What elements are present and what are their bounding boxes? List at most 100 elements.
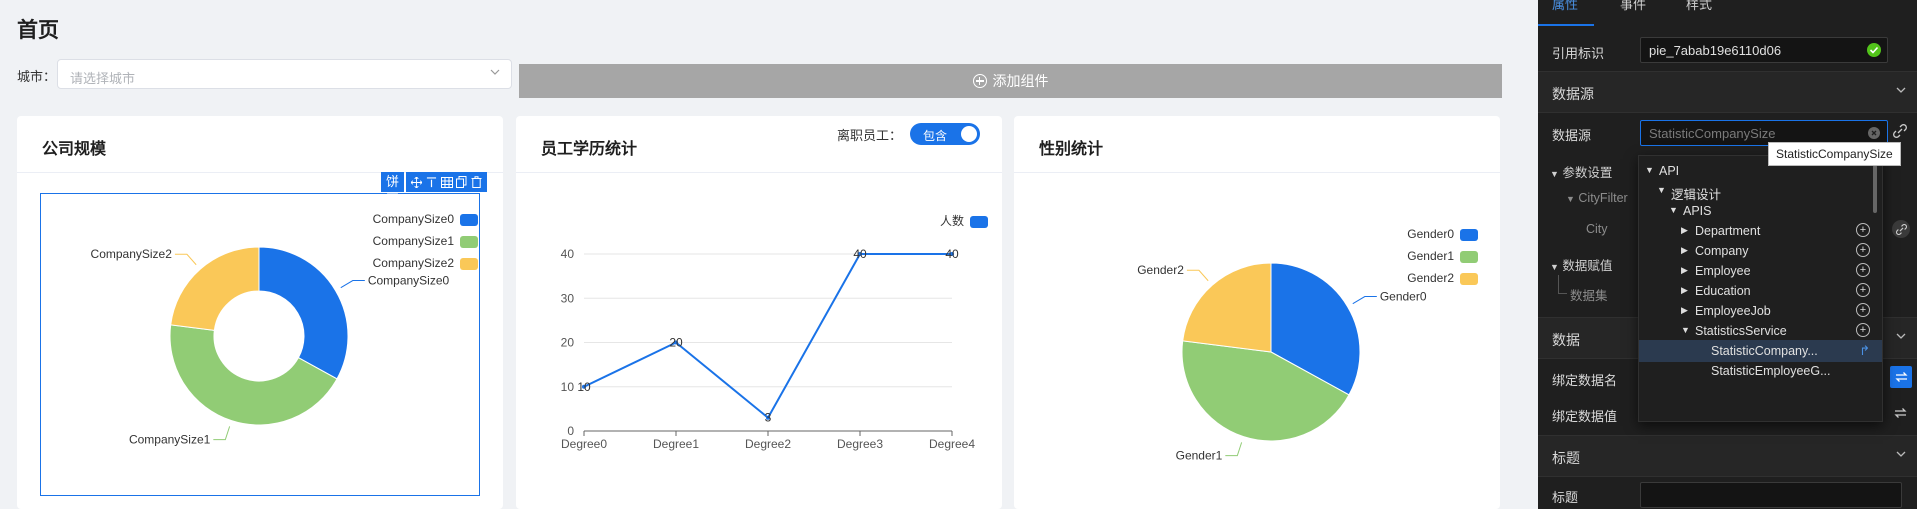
- company-size-card[interactable]: 公司规模 饼图 CompanySize0 CompanySize1 CompanyS…: [17, 116, 503, 509]
- add-circle-icon[interactable]: +: [1856, 243, 1870, 257]
- y-tick-label: 10: [561, 380, 575, 394]
- move-icon[interactable]: [410, 176, 423, 189]
- ref-id-value: pie_7abab19e6110d06: [1649, 43, 1782, 58]
- tab-styles[interactable]: 样式: [1686, 0, 1712, 13]
- clear-icon[interactable]: [1868, 127, 1880, 142]
- tab-events[interactable]: 事件: [1620, 0, 1646, 13]
- add-circle-icon: [972, 74, 987, 88]
- title-section-header[interactable]: 标题: [1538, 435, 1917, 477]
- x-tick-label: Degree0: [561, 437, 607, 451]
- tree-item-department[interactable]: ▶ Department +: [1639, 220, 1882, 242]
- datasource-tooltip: StatisticCompanySize: [1768, 142, 1901, 166]
- link-icon[interactable]: [1892, 220, 1910, 238]
- datasource-dropdown[interactable]: ▼ API ▼ 逻辑设计 ▼ APIS ▶ Department + ▶ Company + ▶ Empl…: [1638, 155, 1883, 422]
- toggle-text: 包含: [923, 129, 948, 143]
- y-tick-label: 30: [561, 291, 575, 305]
- tree-item-company[interactable]: ▶ Company +: [1639, 240, 1882, 262]
- resigned-toggle-label: 离职员工：: [836, 127, 902, 143]
- data-assign-node[interactable]: ▼ 数据赋值: [1550, 255, 1612, 274]
- caret-down-icon: ▼: [1645, 165, 1654, 175]
- series-line: [583, 253, 952, 420]
- ref-id-input[interactable]: pie_7abab19e6110d06: [1640, 37, 1888, 63]
- add-component-label: 添加组件: [992, 73, 1049, 89]
- add-circle-icon[interactable]: +: [1856, 223, 1870, 237]
- param-settings-node[interactable]: ▼ 参数设置: [1550, 162, 1612, 181]
- tree-item-education[interactable]: ▶ Education +: [1639, 280, 1882, 302]
- chevron-down-icon: [489, 66, 501, 81]
- property-panel: 属性 事件 样式 引用标识 pie_7abab19e6110d06 数据源 数据…: [1538, 0, 1917, 509]
- caret-down-icon: ▼: [1657, 185, 1666, 195]
- card-header: 性别统计: [1014, 116, 1500, 173]
- tab-properties[interactable]: 属性: [1552, 0, 1578, 13]
- tree-item-逻辑设计[interactable]: ▼ 逻辑设计: [1639, 180, 1882, 202]
- tree-item-label: Department: [1695, 224, 1761, 238]
- y-tick-label: 20: [561, 336, 575, 350]
- dropdown-scrollbar[interactable]: [1873, 165, 1877, 213]
- tree-item-statisticcompany-[interactable]: StatisticCompany... ↱: [1639, 340, 1882, 362]
- city-select[interactable]: 请选择城市: [57, 59, 512, 89]
- data-label: 40: [945, 247, 959, 261]
- legend-swatch: [1460, 273, 1478, 285]
- switch-icon[interactable]: [1890, 366, 1912, 388]
- datasource-value: StatisticCompanySize: [1649, 126, 1776, 141]
- component-toolbar: 饼图: [381, 172, 488, 207]
- chevron-down-icon: [1895, 448, 1907, 463]
- legend-swatch: [460, 214, 478, 226]
- tree-connector: [1558, 275, 1567, 294]
- datasource-section-header[interactable]: 数据源: [1538, 71, 1917, 113]
- legend-label: Gender1: [1407, 249, 1454, 263]
- slice-label: CompanySize1: [129, 433, 211, 447]
- link-icon[interactable]: [1893, 124, 1907, 141]
- datasource-label: 数据源: [1552, 128, 1592, 143]
- tree-item-apis[interactable]: ▼ APIS: [1639, 200, 1882, 222]
- add-circle-icon[interactable]: +: [1856, 303, 1870, 317]
- caret-right-icon: ▶: [1681, 245, 1688, 255]
- slice-label-line: [340, 280, 365, 289]
- caret-right-icon: ▶: [1681, 285, 1688, 295]
- tree-item-employeejob[interactable]: ▶ EmployeeJob +: [1639, 300, 1882, 322]
- tree-item-label: StatisticCompany...: [1711, 344, 1818, 358]
- caret-right-icon: ▶: [1681, 265, 1688, 275]
- tree-item-employee[interactable]: ▶ Employee +: [1639, 260, 1882, 282]
- add-component-button[interactable]: 添加组件: [519, 64, 1502, 98]
- gender-chart: Gender0 Gender1 Gender2 Gender0 Gender1 Gende…: [1137, 227, 1478, 463]
- share-icon[interactable]: ↱: [1859, 343, 1870, 359]
- caret-down-icon: ▼: [1669, 205, 1678, 215]
- gender-card[interactable]: 性别统计 Gender0 Gender1 Gender2 Gender0 Gender1…: [1014, 116, 1500, 509]
- tree-item-label: API: [1659, 164, 1680, 178]
- switch-icon[interactable]: [1894, 407, 1907, 422]
- slice-label-line: [1186, 269, 1209, 282]
- resigned-toggle[interactable]: 包含: [910, 123, 980, 145]
- slice-label-line: [1225, 442, 1243, 457]
- bind-value-label: 绑定数据值: [1552, 409, 1618, 424]
- legend-swatch: [460, 258, 478, 270]
- chevron-down-icon: [1895, 84, 1907, 99]
- pie-slice: [170, 246, 260, 331]
- delete-icon[interactable]: [470, 176, 483, 189]
- tree-item-label: Company: [1695, 244, 1749, 258]
- data-label: 10: [577, 380, 591, 394]
- legend-swatch: [1460, 229, 1478, 241]
- tree-item-statisticsservice[interactable]: ▼ StatisticsService +: [1639, 320, 1882, 342]
- city-filter-label: 城市：: [17, 69, 57, 84]
- add-circle-icon[interactable]: +: [1856, 263, 1870, 277]
- education-card[interactable]: 员工学历统计 离职员工： 包含 0 10 20 30 40 Degree0 Degree1 D…: [516, 116, 1002, 509]
- align-top-icon[interactable]: [425, 176, 438, 189]
- card-header: 公司规模: [17, 116, 503, 173]
- legend-swatch: [460, 236, 478, 248]
- selected-component-frame[interactable]: 饼图 CompanySize0 CompanySize1 CompanySize2 C…: [40, 172, 488, 496]
- city-filter-node[interactable]: ▼ CityFilter: [1566, 191, 1628, 205]
- add-circle-icon[interactable]: +: [1856, 283, 1870, 297]
- y-tick-label: 0: [567, 424, 574, 438]
- add-circle-icon[interactable]: +: [1856, 323, 1870, 337]
- table-icon[interactable]: [440, 176, 453, 189]
- data-label: 20: [669, 336, 683, 350]
- slice-label: Gender2: [1137, 263, 1184, 277]
- legend-label: CompanySize0: [373, 212, 455, 226]
- toggle-knob: [961, 126, 977, 142]
- resigned-toggle-group: 离职员工： 包含: [837, 123, 980, 145]
- tree-item-statisticemployeeg-[interactable]: StatisticEmployeeG...: [1639, 360, 1882, 382]
- copy-icon[interactable]: [455, 176, 468, 189]
- tree-item-label: Education: [1695, 284, 1751, 298]
- title-input[interactable]: [1640, 482, 1902, 508]
